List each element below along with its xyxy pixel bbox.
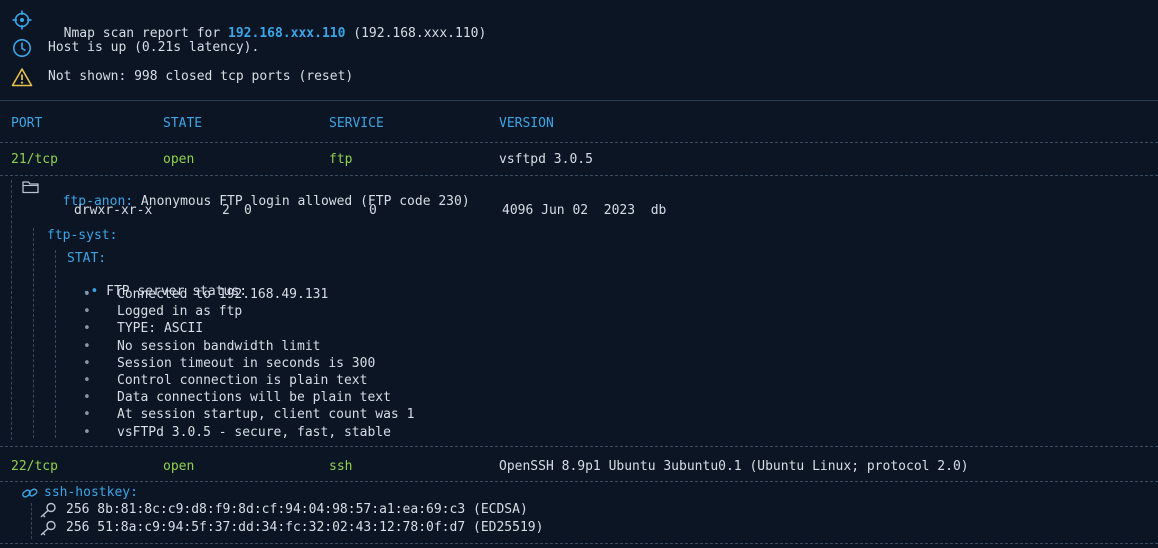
header-version: VERSION (499, 116, 554, 131)
version-21: vsftpd 3.0.5 (499, 152, 593, 167)
status-line: Control connection is plain text (117, 373, 368, 388)
port-22: 22/tcp (11, 459, 58, 474)
ftp-anon-desc: Anonymous FTP login allowed (FTP code 23… (133, 194, 470, 209)
tree-line-ftp-syst (33, 228, 34, 438)
status-bullet: • (83, 287, 91, 302)
ftp-listing-links: 2 (222, 203, 230, 218)
ssh-key-ed25519: 256 51:8a:c9:94:5f:37:dd:34:fc:32:02:43:… (66, 520, 544, 535)
header-service: SERVICE (329, 116, 384, 131)
status-bullet: • (83, 304, 91, 319)
status-bullet: • (83, 390, 91, 405)
tree-line-ssh (31, 503, 32, 539)
ftp-stat-label: STAT: (67, 251, 107, 266)
status-line: At session startup, client count was 1 (117, 407, 415, 422)
status-bullet: • (83, 373, 91, 388)
crosshair-icon (12, 10, 32, 30)
tree-line-stat (55, 250, 56, 438)
header-state: STATE (163, 116, 203, 131)
clock-icon (13, 39, 31, 57)
host-status: Host is up (0.21s latency). (48, 40, 260, 55)
status-line: Connected to 192.168.49.131 (117, 287, 329, 302)
summary-divider (0, 100, 1158, 101)
ssh-hostkey-script: ssh-hostkey: (44, 485, 138, 500)
key-icon (40, 502, 56, 518)
status-line: vsFTPd 3.0.5 - secure, fast, stable (117, 425, 391, 440)
header-port: PORT (11, 116, 43, 131)
link-icon (22, 488, 38, 498)
status-bullet: • (83, 339, 91, 354)
row-divider-ftp (0, 446, 1158, 447)
service-21: ftp (329, 152, 353, 167)
ftp-listing-gid: 0 (369, 203, 377, 218)
ftp-syst-script: ftp-syst: (47, 228, 118, 243)
state-21: open (163, 152, 195, 167)
status-line: Session timeout in seconds is 300 (117, 356, 376, 371)
scan-host-link[interactable]: 192.168.xxx.110 (228, 26, 345, 41)
status-line: No session bandwidth limit (117, 339, 321, 354)
folder-icon (22, 181, 39, 194)
ssh-key-ecdsa: 256 8b:81:8c:c9:d8:f9:8d:cf:94:04:98:57:… (66, 502, 528, 517)
status-bullet: • (83, 407, 91, 422)
ftp-listing-entry: 4096 Jun 02 2023 db (502, 203, 667, 218)
service-22: ssh (329, 459, 353, 474)
status-line: TYPE: ASCII (117, 321, 204, 336)
scan-report-line: Nmap scan report for 192.168.xxx.110 (19… (48, 11, 487, 41)
key-icon (40, 520, 56, 536)
status-bullet: • (83, 425, 91, 440)
ftp-listing-perms: drwxr-xr-x (74, 203, 153, 218)
bottom-divider (0, 543, 1158, 544)
ftp-listing-uid: 0 (244, 203, 252, 218)
not-shown-ports: Not shown: 998 closed tcp ports (reset) (48, 69, 354, 84)
scan-host-ip: (192.168.xxx.110) (345, 26, 487, 41)
status-line: Data connections will be plain text (117, 390, 391, 405)
status-line: Logged in as ftp (117, 304, 243, 319)
row-divider-21 (0, 175, 1158, 176)
header-divider (0, 142, 1158, 143)
tree-line-ftp-anon (11, 180, 12, 440)
port-21: 21/tcp (11, 152, 58, 167)
version-22: OpenSSH 8.9p1 Ubuntu 3ubuntu0.1 (Ubuntu … (499, 459, 969, 474)
status-bullet: • (83, 321, 91, 336)
row-divider-22 (0, 481, 1158, 482)
status-bullet: • (83, 356, 91, 371)
scan-report-prefix: Nmap scan report for (63, 26, 229, 41)
state-22: open (163, 459, 195, 474)
warning-icon (11, 68, 33, 87)
